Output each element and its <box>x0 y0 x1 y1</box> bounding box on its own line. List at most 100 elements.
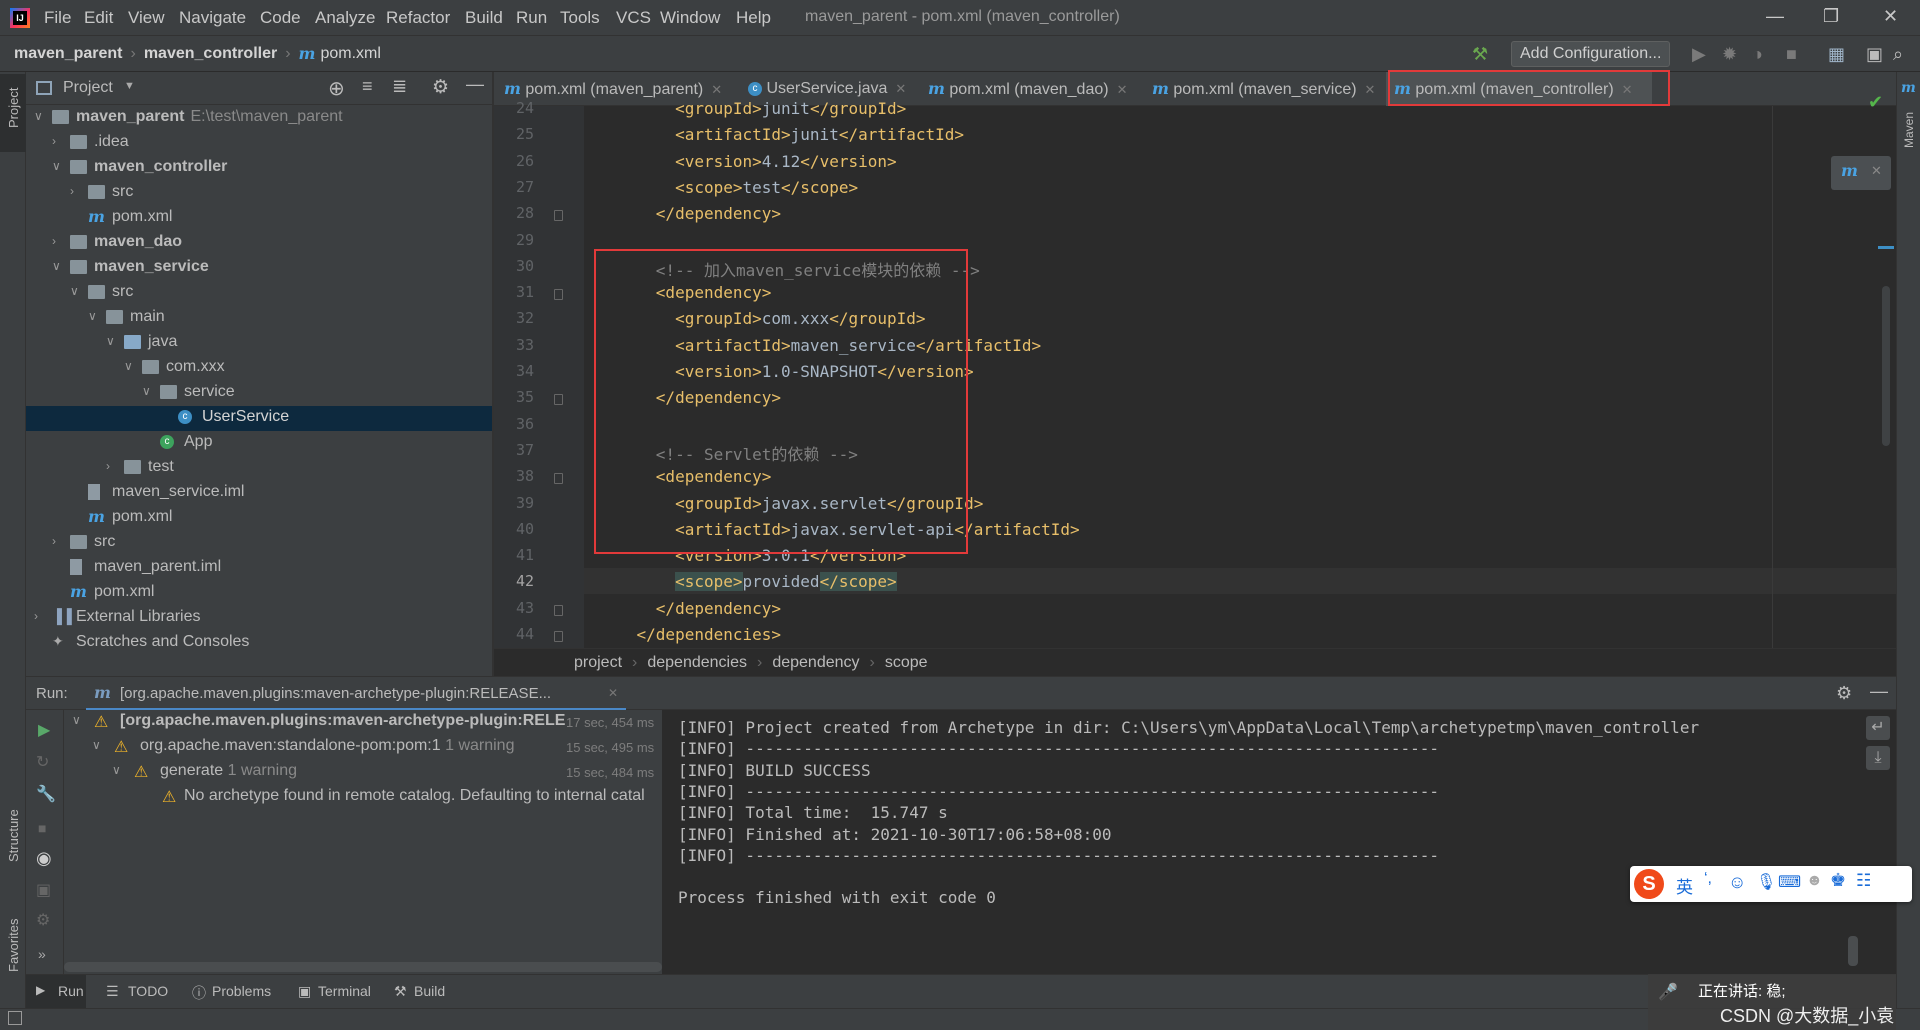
toggle-tool-windows-icon[interactable] <box>8 1011 22 1025</box>
tree-item-idea[interactable]: › .idea <box>26 131 492 156</box>
fold-marker-icon[interactable] <box>554 394 563 406</box>
fold-marker-icon[interactable] <box>554 210 563 222</box>
layout-icon[interactable]: ▣ <box>1866 44 1883 65</box>
emoji-icon[interactable]: ☺ <box>1728 872 1746 893</box>
tree-item-external-libraries[interactable]: › ▐▐ External Libraries <box>26 606 492 631</box>
wrench-icon[interactable]: 🔧 <box>36 784 56 804</box>
crumb-pom-xml[interactable]: pom.xml <box>320 45 380 63</box>
stop-icon[interactable]: ■ <box>38 820 46 836</box>
gear-icon[interactable]: ⚙ <box>1836 683 1852 704</box>
tree-item-java[interactable]: ∨ java <box>26 331 492 356</box>
close-icon[interactable]: ✕ <box>711 82 722 97</box>
console-output[interactable]: [INFO] Project created from Archetype in… <box>662 710 1896 974</box>
menu-help[interactable]: Help <box>736 8 771 28</box>
menu-refactor[interactable]: Refactor <box>386 8 450 28</box>
tree-item-maven-dao[interactable]: › maven_dao <box>26 231 492 256</box>
punctuation-icon[interactable]: ‘, <box>1704 870 1712 888</box>
tab-todo[interactable]: ☰ TODO <box>106 975 196 1009</box>
stop-icon[interactable]: ■ <box>1786 44 1797 65</box>
soft-wrap-icon[interactable]: ↵ <box>1866 716 1890 740</box>
tree-item-userservice[interactable]: c UserService <box>26 406 492 431</box>
menu-window[interactable]: Window <box>660 8 720 28</box>
menu-code[interactable]: Code <box>260 8 301 28</box>
code-editor[interactable]: 24 25 26 27 28 29 30 31 32 33 34 35 36 37 38 39 40 41 42 43… <box>494 92 1896 648</box>
more-icon[interactable]: » <box>38 946 46 962</box>
tree-item-scratches[interactable]: ✦ Scratches and Consoles <box>26 631 492 656</box>
tree-item-pom-xml[interactable]: m pom.xml <box>26 206 492 231</box>
run-tab[interactable]: m [org.apache.maven.plugins:maven-archet… <box>86 677 626 711</box>
keyboard-icon[interactable]: ⌨ <box>1778 872 1801 892</box>
tab-terminal[interactable]: ▣ Terminal <box>298 975 398 1009</box>
editor-scrollbar[interactable] <box>1882 286 1890 446</box>
fold-marker-icon[interactable] <box>554 631 563 642</box>
run-tree-row[interactable]: ∨ ⚠ org.apache.maven:standalone-pom:pom:… <box>64 735 662 760</box>
restore-icon[interactable]: ❐ <box>1823 6 1839 27</box>
scroll-to-end-icon[interactable]: ⤓ <box>1866 746 1890 770</box>
fold-marker-icon[interactable] <box>554 473 563 485</box>
tree-item-src[interactable]: › src <box>26 181 492 206</box>
tree-item-maven-service-iml[interactable]: maven_service.iml <box>26 481 492 506</box>
camera-icon[interactable]: ▣ <box>36 880 51 900</box>
fold-marker-icon[interactable] <box>554 604 563 616</box>
maven-reload-popup[interactable]: m ✕ <box>1831 156 1891 190</box>
close-window-icon[interactable]: ✕ <box>1883 6 1898 27</box>
coverage-icon[interactable]: ◑ <box>1752 44 1763 65</box>
toolbox-icon[interactable]: ☷ <box>1856 871 1871 891</box>
minimize-icon[interactable]: — <box>1766 6 1784 27</box>
eye-icon[interactable]: ◉ <box>36 848 52 869</box>
project-structure-icon[interactable]: ▦ <box>1828 44 1845 65</box>
tab-run[interactable]: ▶ Run <box>26 975 86 1009</box>
locate-icon[interactable]: ⊕ <box>328 76 345 101</box>
tree-item-test[interactable]: › test <box>26 456 492 481</box>
tab-pom-maven-dao[interactable]: m pom.xml (maven_dao) ✕ <box>928 72 1127 106</box>
maven-tool-icon[interactable]: m <box>1901 80 1916 96</box>
tree-item-pom-xml[interactable]: m pom.xml <box>26 506 492 531</box>
toggle-view-icon[interactable]: ↻ <box>36 752 49 772</box>
menu-vcs[interactable]: VCS <box>616 8 651 28</box>
close-icon[interactable]: ✕ <box>608 686 618 700</box>
tree-item-maven-parent-iml[interactable]: maven_parent.iml <box>26 556 492 581</box>
tree-item-pom-xml[interactable]: m pom.xml <box>26 581 492 606</box>
favorites-tool-label[interactable]: Favorites <box>6 919 21 972</box>
crumb-maven-parent[interactable]: maven_parent <box>14 45 123 63</box>
rerun-icon[interactable]: ▶ <box>38 720 50 740</box>
crumb-scope[interactable]: scope <box>885 654 928 672</box>
tree-item-src[interactable]: › src <box>26 531 492 556</box>
search-icon[interactable]: ⌕ <box>1893 44 1903 65</box>
tree-item-service[interactable]: ∨ service <box>26 381 492 406</box>
fold-marker-icon[interactable] <box>554 289 563 301</box>
horizontal-scrollbar[interactable] <box>64 962 662 972</box>
run-tree-row[interactable]: ∨ ⚠ generate 1 warning 15 sec, 484 ms <box>64 760 662 785</box>
menu-edit[interactable]: Edit <box>84 8 113 28</box>
tree-item-maven-parent[interactable]: ∨ maven_parent E:\test\maven_parent <box>26 106 492 131</box>
close-icon[interactable]: ✕ <box>1117 82 1128 97</box>
expand-all-icon[interactable]: ≡ <box>362 76 373 97</box>
menu-run[interactable]: Run <box>516 8 547 28</box>
run-tree-row[interactable]: ∨ ⚠ [org.apache.maven.plugins:maven-arch… <box>64 710 662 735</box>
tab-pom-maven-service[interactable]: m pom.xml (maven_service) ✕ <box>1152 72 1375 106</box>
crumb-maven-controller[interactable]: maven_controller <box>144 45 277 63</box>
menu-file[interactable]: File <box>44 8 71 28</box>
menu-navigate[interactable]: Navigate <box>179 8 246 28</box>
menu-build[interactable]: Build <box>465 8 503 28</box>
project-tool-label[interactable]: Project <box>6 88 21 128</box>
run-tree-row[interactable]: ⚠ No archetype found in remote catalog. … <box>64 785 662 810</box>
tree-item-main[interactable]: ∨ main <box>26 306 492 331</box>
structure-tool-label[interactable]: Structure <box>6 809 21 862</box>
crumb-dependencies[interactable]: dependencies <box>647 654 747 672</box>
console-scrollbar[interactable] <box>1848 936 1858 966</box>
tree-item-com-xxx[interactable]: ∨ com.xxx <box>26 356 492 381</box>
close-icon[interactable]: ✕ <box>1365 82 1376 97</box>
chevron-down-icon[interactable]: ▼ <box>124 80 135 92</box>
menu-tools[interactable]: Tools <box>560 8 600 28</box>
gear-icon[interactable]: ⚙ <box>432 76 449 99</box>
skin-icon[interactable]: ♚ <box>1830 870 1846 891</box>
crumb-dependency[interactable]: dependency <box>772 654 859 672</box>
debug-icon[interactable]: ✹ <box>1722 44 1737 65</box>
run-icon[interactable]: ▶ <box>1692 44 1706 65</box>
close-icon[interactable]: ✕ <box>1871 163 1882 179</box>
tree-item-app[interactable]: c App <box>26 431 492 456</box>
ime-language[interactable]: 英 <box>1676 873 1693 898</box>
build-hammer-icon[interactable]: ⚒ <box>1472 44 1488 65</box>
user-icon[interactable]: ☻ <box>1806 872 1823 890</box>
